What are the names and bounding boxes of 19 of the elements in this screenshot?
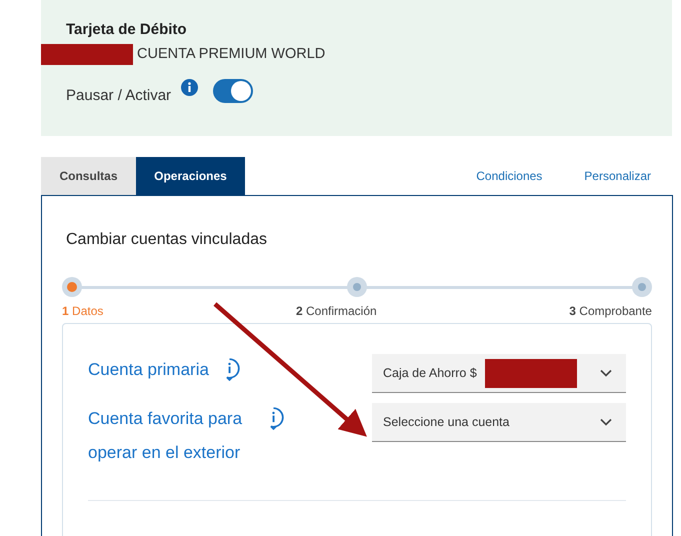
card-title: Tarjeta de Débito <box>66 21 188 40</box>
toggle-switch[interactable] <box>213 79 254 103</box>
step-label: 2 Confirmación <box>296 304 377 318</box>
chevron-down-icon <box>600 369 612 377</box>
link[interactable]: Personalizar <box>584 169 651 183</box>
field-label: Cuenta favorita para operar en el exterior <box>88 408 244 464</box>
step-label: 1 Datos <box>62 304 104 318</box>
toggle-label: Pausar / Activar <box>66 87 172 104</box>
account-dropdown[interactable]: Caja de Ahorro $ <box>372 354 626 393</box>
section-title: Cambiar cuentas vinculadas <box>66 231 268 250</box>
info-icon[interactable] <box>181 79 198 96</box>
chevron-down-icon <box>600 418 612 426</box>
step-label: 3 Comprobante <box>569 304 652 318</box>
link[interactable]: Condiciones <box>476 169 542 183</box>
account-dropdown[interactable]: Seleccione una cuenta <box>372 403 626 442</box>
account-name: CUENTA PREMIUM WORLD <box>137 46 326 62</box>
tab[interactable]: Consultas <box>41 157 136 195</box>
tab[interactable]: Operaciones <box>136 157 245 195</box>
field-label: Cuenta primaria <box>88 359 209 381</box>
